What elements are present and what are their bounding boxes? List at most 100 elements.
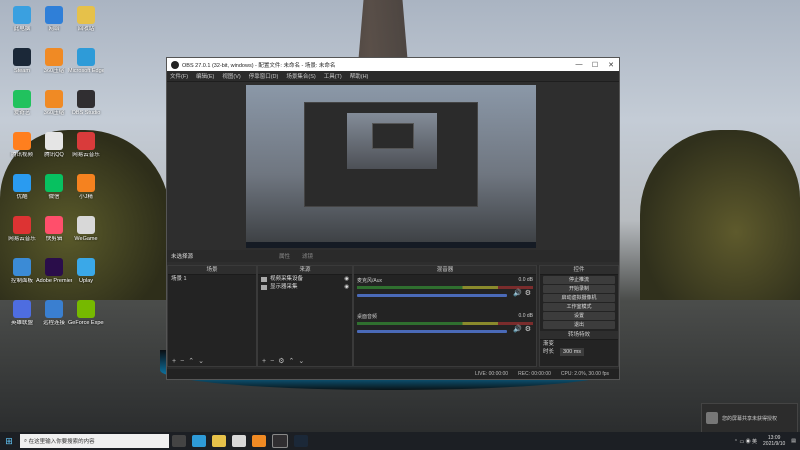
transitions-header: 转场特效 [540, 331, 618, 340]
eye-icon[interactable]: ◉ [344, 275, 349, 283]
desktop-icon[interactable]: 爱奇艺 [4, 90, 40, 124]
app-icon [45, 174, 63, 192]
desktop-icon[interactable]: GeForce Experience [68, 300, 104, 334]
scene-item[interactable]: 场景 1 [168, 275, 256, 283]
source-label: 显示器采集 [270, 284, 298, 290]
menu-help[interactable]: 帮助(H) [350, 72, 369, 80]
desktop-icon-label: OBS Studio [71, 110, 101, 116]
taskbar-search-input[interactable]: ⌕ 在这里输入你要搜索的内容 [20, 434, 169, 448]
desktop-icon[interactable]: 小J精 [68, 174, 104, 208]
menu-docks[interactable]: 停靠窗口(D) [249, 72, 279, 80]
clock[interactable]: 13:09 2021/9/10 [763, 435, 785, 447]
wegame-icon[interactable] [232, 435, 246, 447]
notification-center-icon[interactable]: ▤ [791, 438, 796, 444]
desktop-icon[interactable]: 网易云音乐 [4, 216, 40, 250]
start-virtual-camera-button[interactable]: 启动虚拟摄像机 [543, 294, 615, 302]
menu-view[interactable]: 视图(V) [222, 72, 240, 80]
properties-button[interactable]: 属性 [279, 252, 290, 260]
start-recording-button[interactable]: 开始录制 [543, 285, 615, 293]
desktop-icon[interactable]: Uplay [68, 258, 104, 292]
eye-icon[interactable]: ◉ [344, 283, 349, 291]
audio-mixer-dock: 混音器 麦克风/Aux 0.0 dB 🔊 ⚙ 桌面音频 0.0 dB 🔊 ⚙ [353, 265, 537, 367]
remove-scene-icon[interactable]: − [180, 358, 184, 365]
desktop-icon[interactable]: 此电脑 [4, 6, 40, 40]
source-label: 视频采集设备 [270, 276, 304, 282]
desktop-icon[interactable]: Microsoft Edge [68, 48, 104, 82]
file-explorer-icon[interactable] [212, 435, 226, 447]
window-title: OBS 27.0.1 (32-bit, windows) - 配置文件: 未命名… [182, 62, 336, 69]
preview-canvas[interactable] [246, 85, 536, 248]
volume-slider[interactable] [357, 329, 507, 333]
title-bar[interactable]: OBS 27.0.1 (32-bit, windows) - 配置文件: 未命名… [167, 58, 619, 71]
sources-header: 来源 [258, 266, 352, 275]
studio-mode-button[interactable]: 工作室模式 [543, 303, 615, 311]
desktop-icon[interactable]: 回收站 [68, 6, 104, 40]
desktop-icon[interactable]: Steam [4, 48, 40, 82]
app-icon [77, 174, 95, 192]
desktop-icon[interactable]: 360压缩 [36, 48, 72, 82]
gear-icon[interactable]: ⚙ [278, 357, 284, 365]
desktop-icon-label: 此电脑 [13, 26, 31, 32]
notification-icon [706, 412, 718, 424]
gear-icon[interactable]: ⚙ [525, 289, 531, 297]
add-source-icon[interactable]: + [262, 358, 266, 365]
steam-icon[interactable] [294, 435, 308, 447]
desktop-icon[interactable]: WeGame [68, 216, 104, 250]
desktop-icon[interactable]: Adobe Premiere [36, 258, 72, 292]
desktop-icon[interactable]: 网络 [36, 6, 72, 40]
desktop-icon-label: 远程连接 [42, 320, 65, 326]
menu-scene-collection[interactable]: 场景集合(S) [286, 72, 315, 80]
desktop-icon[interactable]: 快剪辑 [36, 216, 72, 250]
desktop-icon-label: 快剪辑 [45, 236, 63, 242]
move-down-icon[interactable]: ⌄ [198, 357, 204, 365]
app-icon [13, 132, 31, 150]
edge-icon[interactable] [192, 435, 206, 447]
desktop-icon[interactable]: 英雄联盟 [4, 300, 40, 334]
stop-streaming-button[interactable]: 停止推流 [543, 276, 615, 284]
menu-edit[interactable]: 编辑(E) [196, 72, 214, 80]
desktop-icon[interactable]: 网易云音乐 [68, 132, 104, 166]
windows-start-icon[interactable]: ⊞ [0, 436, 18, 447]
remove-source-icon[interactable]: − [270, 358, 274, 365]
mixer-channel: 桌面音频 0.0 dB 🔊 ⚙ [357, 313, 533, 347]
settings-button[interactable]: 设置 [543, 312, 615, 320]
duration-input[interactable]: 300 ms [560, 348, 585, 356]
notification-toast[interactable]: 您的屏幕共享未获得授权 [701, 403, 798, 433]
source-item[interactable]: 视频采集设备 ◉ [258, 275, 352, 283]
desktop-icon[interactable]: 360压缩 [36, 90, 72, 124]
menu-file[interactable]: 文件(F) [170, 72, 188, 80]
maximize-button[interactable]: ☐ [587, 61, 603, 69]
desktop-icon[interactable]: 优酷 [4, 174, 40, 208]
source-item[interactable]: 显示器采集 ◉ [258, 283, 352, 291]
move-up-icon[interactable]: ⌃ [288, 357, 294, 365]
add-scene-icon[interactable]: + [172, 358, 176, 365]
close-button[interactable]: ✕ [603, 61, 619, 69]
filters-button[interactable]: 滤镜 [302, 252, 313, 260]
app-icon [13, 174, 31, 192]
volume-slider[interactable] [357, 293, 507, 297]
desktop-icon[interactable]: 腾讯QQ [36, 132, 72, 166]
gear-icon[interactable]: ⚙ [525, 325, 531, 333]
channel-name: 桌面音频 [357, 314, 378, 320]
speaker-icon[interactable]: 🔊 [513, 289, 522, 297]
menu-tools[interactable]: 工具(T) [324, 72, 342, 80]
obs-icon[interactable] [272, 434, 288, 448]
exit-button[interactable]: 退出 [543, 321, 615, 329]
speaker-icon[interactable]: 🔊 [513, 325, 522, 333]
desktop-icon-label: Steam [14, 68, 30, 74]
minimize-button[interactable]: — [571, 61, 587, 68]
app-icon[interactable] [252, 435, 266, 447]
desktop-icon[interactable]: 远程连接 [36, 300, 72, 334]
rec-status: REC: 00:00:00 [518, 371, 551, 377]
move-up-icon[interactable]: ⌃ [188, 357, 194, 365]
tray-icons[interactable]: ⌃ ▭ ◉ 英 [734, 438, 757, 445]
desktop-icon[interactable]: 微信 [36, 174, 72, 208]
task-view-icon[interactable] [172, 435, 186, 447]
obs-window[interactable]: OBS 27.0.1 (32-bit, windows) - 配置文件: 未命名… [166, 57, 620, 380]
app-icon [45, 6, 63, 24]
transition-select[interactable]: 渐变 [540, 340, 618, 348]
desktop-icon[interactable]: OBS Studio [68, 90, 104, 124]
desktop-icon[interactable]: 控制面板 [4, 258, 40, 292]
desktop-icon[interactable]: 腾讯视频 [4, 132, 40, 166]
move-down-icon[interactable]: ⌄ [298, 357, 304, 365]
